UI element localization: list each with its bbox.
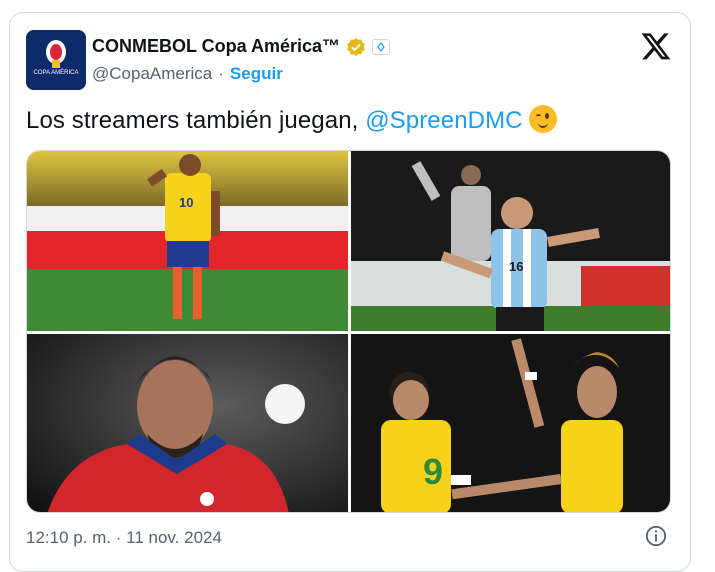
chile-photo-image [27, 334, 348, 512]
account-name-row: CONMEBOL Copa América™ [92, 36, 391, 57]
tweet-text: Los streamers también juegan, @SpreenDMC [26, 105, 557, 135]
follow-button[interactable]: Seguir [230, 64, 283, 84]
avatar[interactable]: COPA AMÉRICA [26, 30, 86, 90]
tweet-body: Los streamers también juegan, [26, 107, 366, 134]
media-grid: 10 16 9 [26, 150, 671, 513]
photo-brazil-players[interactable]: 9 [351, 334, 670, 512]
copa-america-logo-icon [26, 30, 86, 90]
x-logo-icon[interactable] [640, 30, 672, 62]
winking-face-icon [528, 105, 557, 133]
photo-colombia-player[interactable]: 10 [27, 151, 348, 331]
handle-row: @CopaAmerica · Seguir [92, 64, 283, 84]
photo-chile-player[interactable] [27, 334, 348, 512]
separator-dot: · [218, 64, 224, 83]
handle[interactable]: @CopaAmerica [92, 64, 212, 84]
affiliate-badge-icon[interactable] [372, 38, 391, 55]
timestamp[interactable]: 12:10 p. m. · 11 nov. 2024 [26, 528, 222, 548]
jersey-number-label: 9 [423, 451, 443, 492]
display-name[interactable]: CONMEBOL Copa América™ [92, 36, 340, 57]
mention-link[interactable]: @SpreenDMC [365, 107, 522, 134]
colombia-photo-image: 10 [27, 151, 348, 331]
photo-argentina-player[interactable]: 16 [351, 151, 670, 331]
argentina-photo-image: 16 [351, 151, 670, 331]
verified-badge-icon[interactable] [346, 37, 366, 57]
affiliate-logo-icon [377, 41, 385, 52]
info-icon[interactable] [645, 525, 667, 547]
jersey-number-label: 16 [509, 259, 523, 274]
avatar-label: COPA AMÉRICA [33, 70, 79, 76]
brazil-photo-image: 9 [351, 334, 670, 512]
jersey-number-label: 10 [179, 195, 193, 210]
